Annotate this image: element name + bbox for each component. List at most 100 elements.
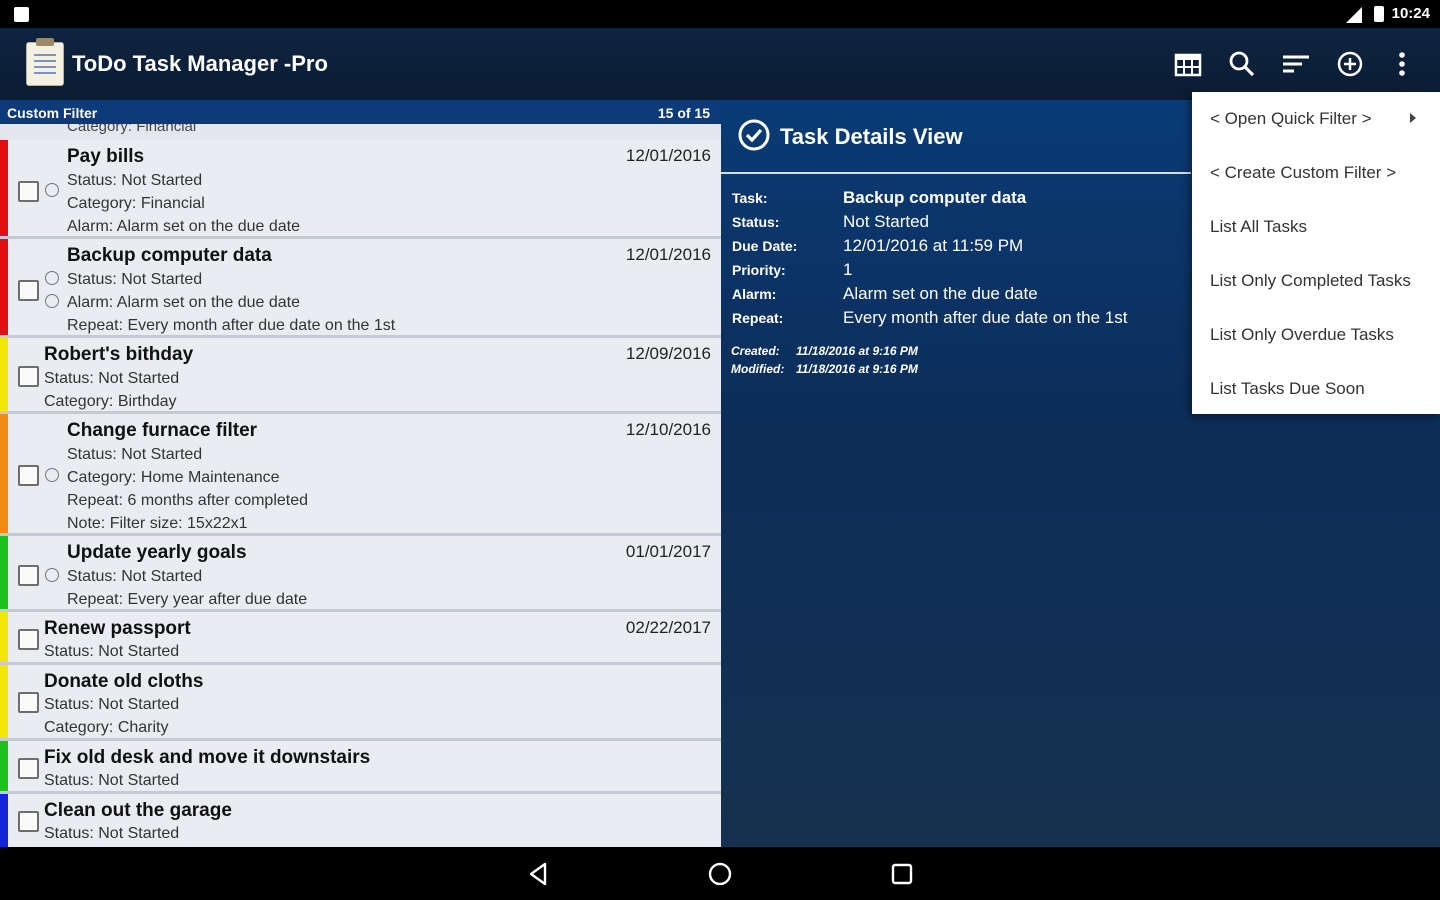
task-list[interactable]: Category: Financial Pay bills 12/01/2016…: [0, 124, 721, 847]
task-status: Status: Not Started: [67, 271, 203, 288]
modified-label: Modified:: [731, 362, 785, 376]
menu-item-list-all-tasks[interactable]: List All Tasks: [1210, 217, 1307, 237]
menu-item-list-due-soon[interactable]: List Tasks Due Soon: [1210, 379, 1365, 399]
task-alarm: Alarm: Alarm set on the due date: [67, 294, 301, 311]
filter-label: Custom Filter: [7, 105, 98, 121]
menu-item-open-quick-filter[interactable]: < Open Quick Filter >: [1210, 109, 1372, 129]
modified-value: 11/18/2016 at 9:16 PM: [796, 362, 918, 376]
task-status: Status: Not Started: [44, 370, 180, 387]
task-checkbox[interactable]: [18, 181, 39, 202]
task-title: Clean out the garage: [44, 800, 232, 821]
field-value-task: Backup computer data: [843, 188, 1027, 207]
task-row-clean-out-the-garage[interactable]: Clean out the garage Status: Not Started: [0, 794, 721, 847]
task-checkbox[interactable]: [18, 280, 39, 301]
priority-color-bar: [0, 612, 8, 662]
task-checkbox[interactable]: [18, 811, 39, 832]
task-checkbox[interactable]: [18, 758, 39, 779]
calendar-icon[interactable]: [1170, 46, 1206, 82]
field-value-status: Not Started: [843, 212, 929, 231]
back-icon[interactable]: [525, 860, 553, 888]
task-checkbox[interactable]: [18, 465, 39, 486]
alarm-icon: [45, 183, 59, 197]
task-repeat: Repeat: Every year after due date: [67, 591, 308, 608]
check-circle-icon: [738, 119, 770, 151]
menu-item-list-completed[interactable]: List Only Completed Tasks: [1210, 271, 1411, 291]
task-status: Status: Not Started: [44, 825, 180, 842]
task-status: Status: Not Started: [44, 772, 180, 789]
task-due-date: 12/10/2016: [625, 420, 711, 439]
battery-icon: [1374, 6, 1384, 22]
task-row-pay-bills[interactable]: Pay bills 12/01/2016 Status: Not Started…: [0, 140, 721, 239]
field-value-alarm: Alarm set on the due date: [843, 284, 1038, 303]
task-due-date: 12/09/2016: [625, 344, 711, 363]
navigation-bar: [0, 847, 1440, 900]
task-status: Status: Not Started: [67, 446, 203, 463]
list-header: Custom Filter 15 of 15: [0, 100, 721, 124]
task-checkbox[interactable]: [18, 629, 39, 650]
task-title: Change furnace filter: [67, 420, 258, 441]
more-vert-icon[interactable]: [1384, 46, 1420, 82]
field-key-repeat: Repeat:: [732, 310, 784, 326]
sort-icon[interactable]: [1278, 46, 1314, 82]
sd-card-icon: [14, 7, 29, 22]
task-alarm: Alarm: Alarm set on the due date: [67, 218, 301, 235]
peek-text: Category: Financial: [67, 124, 197, 135]
task-title: Update yearly goals: [67, 542, 247, 563]
divider: [721, 172, 1191, 174]
repeat-icon: [45, 468, 59, 482]
menu-item-list-overdue[interactable]: List Only Overdue Tasks: [1210, 325, 1394, 345]
field-value-due-date: 12/01/2016 at 11:59 PM: [843, 236, 1024, 255]
priority-color-bar: [0, 414, 8, 533]
clock: 10:24: [1391, 5, 1430, 22]
task-category: Category: Home Maintenance: [67, 469, 280, 486]
priority-color-bar: [0, 239, 8, 335]
field-value-repeat: Every month after due date on the 1st: [843, 308, 1128, 327]
menu-item-create-custom-filter[interactable]: < Create Custom Filter >: [1210, 163, 1396, 183]
task-checkbox[interactable]: [18, 692, 39, 713]
app-title: ToDo Task Manager -Pro: [72, 51, 328, 76]
submenu-arrow-icon: [1410, 113, 1416, 123]
field-key-priority: Priority:: [732, 262, 786, 278]
repeat-icon: [45, 568, 59, 582]
priority-color-bar: [0, 140, 8, 236]
task-row-fix-old-desk[interactable]: Fix old desk and move it downstairs Stat…: [0, 741, 721, 794]
priority-color-bar: [0, 741, 8, 791]
task-due-date: 01/01/2017: [625, 542, 711, 561]
field-key-alarm: Alarm:: [732, 286, 777, 302]
signal-icon: [1346, 7, 1362, 23]
task-row-renew-passport[interactable]: Renew passport 02/22/2017 Status: Not St…: [0, 612, 721, 665]
task-row-change-furnace-filter[interactable]: Change furnace filter 12/10/2016 Status:…: [0, 414, 721, 536]
task-category: Category: Charity: [44, 719, 169, 736]
created-value: 11/18/2016 at 9:16 PM: [796, 344, 918, 358]
task-due-date: 12/01/2016: [625, 146, 711, 165]
task-row-update-yearly-goals[interactable]: Update yearly goals 01/01/2017 Status: N…: [0, 536, 721, 612]
task-repeat: Repeat: Every month after due date on th…: [67, 317, 396, 334]
add-icon[interactable]: [1332, 46, 1368, 82]
task-count: 15 of 15: [657, 105, 710, 121]
priority-color-bar: [0, 794, 8, 847]
task-title: Donate old cloths: [44, 671, 204, 692]
home-icon[interactable]: [706, 860, 734, 888]
app-logo-icon: [26, 38, 64, 86]
task-repeat: Repeat: 6 months after completed: [67, 492, 309, 509]
priority-color-bar: [0, 665, 8, 738]
task-row-donate-old-cloths[interactable]: Donate old cloths Status: Not Started Ca…: [0, 665, 721, 741]
detail-title: Task Details View: [780, 124, 963, 149]
alarm-icon: [45, 294, 59, 308]
task-checkbox[interactable]: [18, 366, 39, 387]
task-checkbox[interactable]: [18, 565, 39, 586]
task-due-date: 12/01/2016: [625, 245, 711, 264]
task-status: Status: Not Started: [44, 643, 180, 660]
search-icon[interactable]: [1224, 46, 1260, 82]
task-status: Status: Not Started: [67, 172, 203, 189]
task-row-backup-computer-data[interactable]: Backup computer data 12/01/2016 Status: …: [0, 239, 721, 338]
task-title: Backup computer data: [67, 245, 272, 266]
overflow-menu: < Open Quick Filter > < Create Custom Fi…: [1192, 92, 1440, 414]
task-list-pane: Custom Filter 15 of 15 Category: Financi…: [0, 100, 721, 847]
task-title: Robert's bithday: [44, 344, 194, 365]
task-title: Fix old desk and move it downstairs: [44, 747, 371, 768]
recents-icon[interactable]: [888, 860, 916, 888]
task-title: Pay bills: [67, 146, 145, 167]
repeat-icon: [45, 271, 59, 285]
task-row-roberts-bithday[interactable]: Robert's bithday 12/09/2016 Status: Not …: [0, 338, 721, 414]
